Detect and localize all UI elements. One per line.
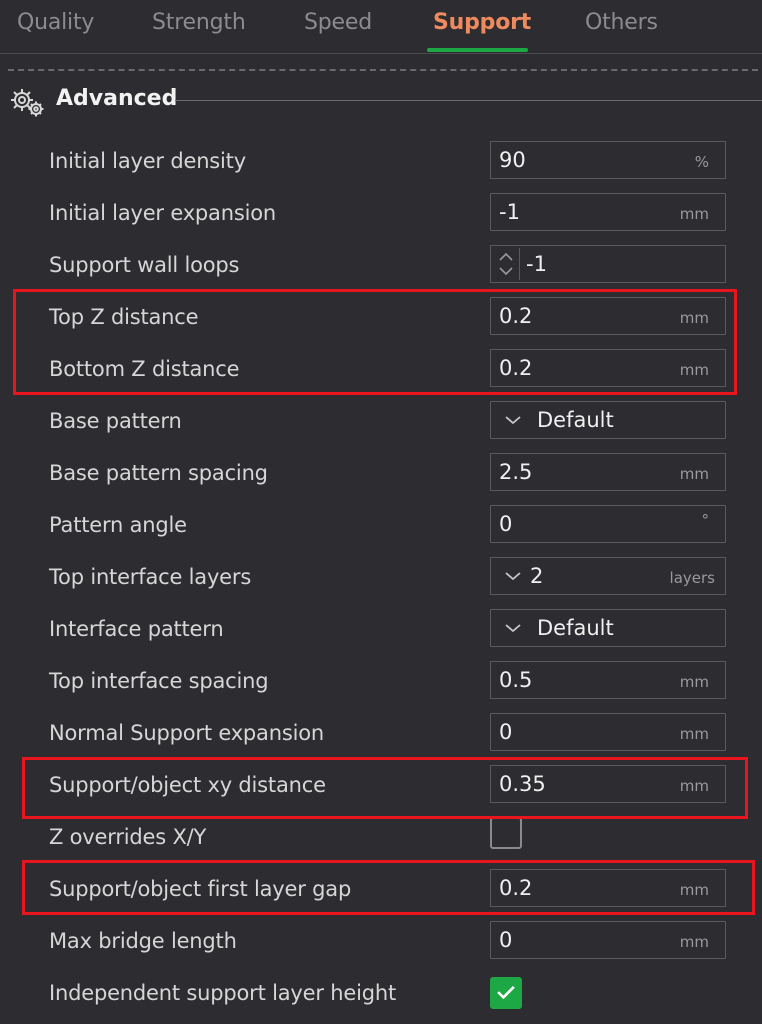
field-unit: mm — [679, 777, 709, 795]
setting-label: Initial layer expansion — [49, 201, 276, 225]
top-interface-spacing-input[interactable]: 0.5 mm — [490, 661, 726, 699]
field-unit: ° — [701, 511, 710, 529]
support-object-first-layer-gap-input[interactable]: 0.2 mm — [490, 869, 726, 907]
chevron-down-icon — [505, 572, 521, 581]
tab-divider — [0, 53, 762, 54]
setting-label: Independent support layer height — [49, 981, 396, 1005]
setting-row-max-bridge-length: Max bridge length 0 mm — [0, 915, 762, 967]
setting-row-initial-layer-density: Initial layer density 90 % — [0, 135, 762, 187]
field-value: Default — [537, 408, 614, 432]
bottom-z-distance-input[interactable]: 0.2 mm — [490, 349, 726, 387]
setting-row-initial-layer-expansion: Initial layer expansion -1 mm — [0, 187, 762, 239]
field-value: -1 — [526, 252, 547, 276]
field-unit: mm — [679, 673, 709, 691]
tab-speed[interactable]: Speed — [304, 10, 372, 50]
field-unit: mm — [679, 465, 709, 483]
field-unit: mm — [679, 933, 709, 951]
field-unit: mm — [679, 361, 709, 379]
support-wall-loops-stepper[interactable]: -1 — [490, 245, 726, 283]
tab-quality[interactable]: Quality — [17, 10, 94, 50]
field-unit: mm — [679, 881, 709, 899]
setting-label: Bottom Z distance — [49, 357, 240, 381]
field-value: 0.2 — [499, 876, 533, 900]
section-title: Advanced — [56, 86, 178, 111]
field-value: 0.5 — [499, 668, 533, 692]
field-unit: mm — [679, 205, 709, 223]
field-value: 2 — [530, 564, 544, 588]
setting-label: Support wall loops — [49, 253, 240, 277]
field-unit: layers — [669, 569, 715, 587]
tab-others[interactable]: Others — [585, 10, 658, 50]
normal-support-expansion-input[interactable]: 0 mm — [490, 713, 726, 751]
independent-support-layer-height-checkbox[interactable] — [490, 977, 522, 1009]
stepper-arrows-icon[interactable] — [493, 248, 520, 280]
initial-layer-expansion-input[interactable]: -1 mm — [490, 193, 726, 231]
field-value: 0 — [499, 928, 513, 952]
setting-row-top-interface-layers: Top interface layers 2 layers — [0, 551, 762, 603]
setting-row-support-object-first-layer-gap: Support/object first layer gap 0.2 mm — [0, 863, 762, 915]
setting-label: Top interface spacing — [49, 669, 269, 693]
support-object-xy-distance-input[interactable]: 0.35 mm — [490, 765, 726, 803]
base-pattern-dropdown[interactable]: Default — [490, 401, 726, 439]
chevron-down-icon — [505, 624, 521, 633]
tab-strength[interactable]: Strength — [152, 10, 246, 50]
setting-row-z-overrides-xy: Z overrides X/Y — [0, 811, 762, 863]
base-pattern-spacing-input[interactable]: 2.5 mm — [490, 453, 726, 491]
field-value: 90 — [499, 148, 526, 172]
field-value: 0.2 — [499, 356, 533, 380]
setting-row-normal-support-expansion: Normal Support expansion 0 mm — [0, 707, 762, 759]
setting-label: Z overrides X/Y — [49, 825, 207, 849]
field-value: -1 — [499, 200, 520, 224]
setting-row-bottom-z-distance: Bottom Z distance 0.2 mm — [0, 343, 762, 395]
setting-label: Base pattern spacing — [49, 461, 268, 485]
field-unit: % — [694, 153, 709, 171]
setting-label: Top interface layers — [49, 565, 252, 589]
interface-pattern-dropdown[interactable]: Default — [490, 609, 726, 647]
gears-icon — [11, 89, 44, 117]
top-z-distance-input[interactable]: 0.2 mm — [490, 297, 726, 335]
setting-label: Pattern angle — [49, 513, 187, 537]
setting-label: Normal Support expansion — [49, 721, 324, 745]
setting-label: Support/object first layer gap — [49, 877, 352, 901]
setting-label: Initial layer density — [49, 149, 246, 173]
active-tab-indicator — [427, 48, 528, 52]
setting-label: Base pattern — [49, 409, 182, 433]
setting-label: Max bridge length — [49, 929, 237, 953]
field-unit: mm — [679, 309, 709, 327]
tab-bar: Quality Strength Speed Support Others — [0, 0, 762, 54]
setting-label: Support/object xy distance — [49, 773, 326, 797]
initial-layer-density-input[interactable]: 90 % — [490, 141, 726, 179]
field-value: 0 — [499, 512, 513, 536]
top-interface-layers-dropdown[interactable]: 2 layers — [490, 557, 726, 595]
setting-row-top-interface-spacing: Top interface spacing 0.5 mm — [0, 655, 762, 707]
chevron-down-icon — [505, 416, 521, 425]
setting-row-interface-pattern: Interface pattern Default — [0, 603, 762, 655]
support-settings-panel: Quality Strength Speed Support Others Ad… — [0, 0, 762, 1024]
z-overrides-xy-checkbox[interactable] — [490, 817, 522, 849]
field-value: 0 — [499, 720, 513, 744]
field-value: Default — [537, 616, 614, 640]
pattern-angle-input[interactable]: 0 ° — [490, 505, 726, 543]
setting-row-support-wall-loops: Support wall loops -1 — [0, 239, 762, 291]
setting-row-top-z-distance: Top Z distance 0.2 mm — [0, 291, 762, 343]
setting-row-base-pattern-spacing: Base pattern spacing 2.5 mm — [0, 447, 762, 499]
setting-row-support-object-xy-distance: Support/object xy distance 0.35 mm — [0, 759, 762, 811]
max-bridge-length-input[interactable]: 0 mm — [490, 921, 726, 959]
setting-label: Interface pattern — [49, 617, 224, 641]
field-value: 2.5 — [499, 460, 533, 484]
setting-row-base-pattern: Base pattern Default — [0, 395, 762, 447]
section-rule — [175, 100, 762, 101]
checkmark-icon — [497, 985, 515, 1000]
field-unit: mm — [679, 725, 709, 743]
setting-row-pattern-angle: Pattern angle 0 ° — [0, 499, 762, 551]
field-value: 0.35 — [499, 772, 546, 796]
dashed-separator — [8, 69, 758, 71]
setting-label: Top Z distance — [49, 305, 199, 329]
tab-support[interactable]: Support — [433, 10, 531, 50]
field-value: 0.2 — [499, 304, 533, 328]
setting-row-independent-support-layer-height: Independent support layer height — [0, 967, 762, 1019]
